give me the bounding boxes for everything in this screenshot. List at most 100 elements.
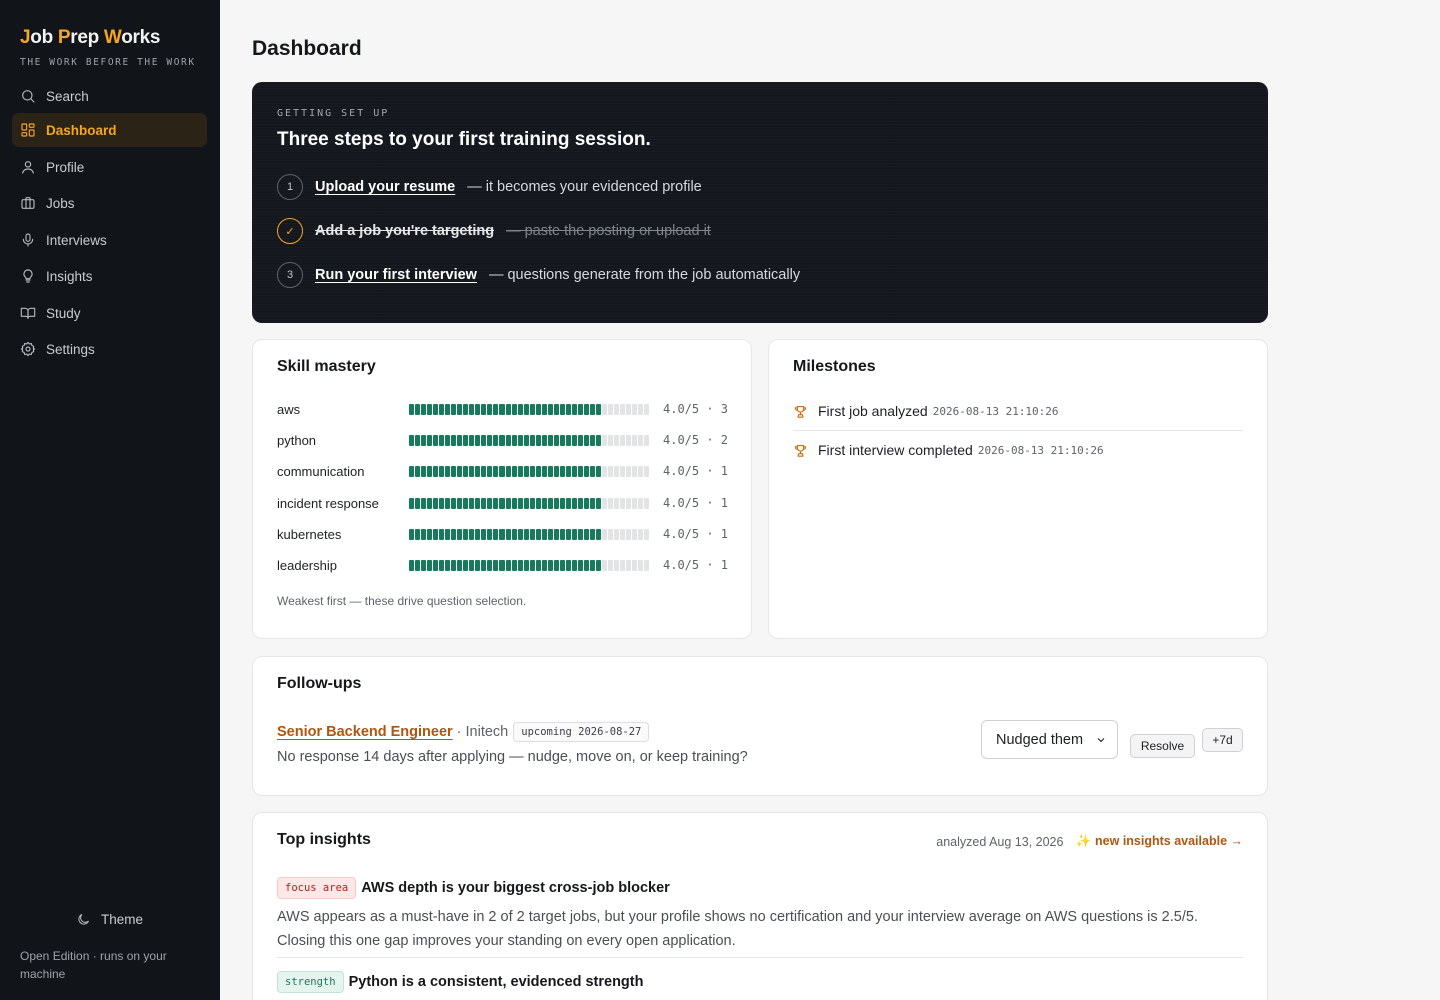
progress-segment xyxy=(487,497,493,509)
progress-segment xyxy=(523,434,529,446)
progress-segment xyxy=(541,497,547,509)
progress-segment xyxy=(626,403,632,415)
progress-segment xyxy=(493,497,499,509)
progress-segment xyxy=(433,434,439,446)
progress-segment xyxy=(632,465,638,477)
skill-row: leadership 4.0/5 · 1 xyxy=(277,557,737,573)
progress-segment xyxy=(451,465,457,477)
divider xyxy=(793,430,1243,431)
progress-segment xyxy=(595,434,601,446)
snooze-7d-button[interactable]: +7d xyxy=(1202,728,1243,752)
sidebar-item-insights[interactable]: Insights xyxy=(12,259,207,293)
sidebar-item-settings[interactable]: Settings xyxy=(12,332,207,366)
progress-segment xyxy=(535,559,541,571)
brand-tagline: THE WORK BEFORE THE WORK xyxy=(20,57,196,68)
progress-segment xyxy=(571,434,577,446)
skill-name: communication xyxy=(277,463,365,479)
progress-segment xyxy=(644,434,650,446)
skill-name: python xyxy=(277,432,317,448)
strength-tag: strength xyxy=(277,971,344,993)
skill-name: kubernetes xyxy=(277,526,342,542)
progress-segment xyxy=(620,528,626,540)
step-description: — it becomes your evidenced profile xyxy=(467,179,702,195)
progress-segment xyxy=(523,559,529,571)
skill-row: python 4.0/5 · 2 xyxy=(277,432,737,448)
progress-segment xyxy=(517,559,523,571)
progress-segment xyxy=(602,559,608,571)
progress-segment xyxy=(505,403,511,415)
skill-name: leadership xyxy=(277,557,337,573)
progress-segment xyxy=(620,434,626,446)
setup-title: Three steps to your first training sessi… xyxy=(277,129,651,150)
progress-segment xyxy=(469,434,475,446)
progress-segment xyxy=(638,465,644,477)
progress-segment xyxy=(595,528,601,540)
progress-segment xyxy=(415,497,421,509)
progress-segment xyxy=(421,528,427,540)
progress-segment xyxy=(638,559,644,571)
progress-segment xyxy=(517,528,523,540)
followups-title: Follow-ups xyxy=(277,675,362,692)
sidebar-item-profile[interactable]: Profile xyxy=(12,150,207,184)
progress-segment xyxy=(553,497,559,509)
sidebar-item-dashboard[interactable]: Dashboard xyxy=(12,113,207,147)
resolve-button[interactable]: Resolve xyxy=(1130,734,1195,758)
progress-segment xyxy=(541,559,547,571)
progress-segment xyxy=(626,465,632,477)
job-title-link[interactable]: Senior Backend Engineer xyxy=(277,724,453,740)
sidebar-item-jobs[interactable]: Jobs xyxy=(12,186,207,220)
dashboard-icon xyxy=(21,123,35,137)
progress-segment xyxy=(547,403,553,415)
progress-segment xyxy=(614,497,620,509)
progress-segment xyxy=(565,497,571,509)
progress-segment xyxy=(433,559,439,571)
sidebar-item-search[interactable]: Search xyxy=(12,79,207,113)
progress-segment xyxy=(565,465,571,477)
new-insights-link[interactable]: ✨ new insights available → xyxy=(1075,834,1243,849)
progress-segment xyxy=(481,559,487,571)
progress-segment xyxy=(463,497,469,509)
progress-segment xyxy=(644,559,650,571)
progress-segment xyxy=(445,497,451,509)
progress-segment xyxy=(493,559,499,571)
milestone-label: First interview completed xyxy=(818,442,973,458)
run-interview-link[interactable]: Run your first interview xyxy=(315,267,477,283)
progress-segment xyxy=(409,403,415,415)
skill-mastery-card: Skill mastery aws 4.0/5 · 3 python 4.0/5 · … xyxy=(252,339,752,639)
company-name: · Initech xyxy=(456,724,509,740)
progress-segment xyxy=(644,497,650,509)
progress-segment xyxy=(571,497,577,509)
progress-segment xyxy=(553,528,559,540)
progress-segment xyxy=(589,403,595,415)
progress-segment xyxy=(589,528,595,540)
progress-segment xyxy=(541,465,547,477)
followup-action-select[interactable]: Nudged them xyxy=(981,720,1118,759)
progress-segment xyxy=(511,497,517,509)
progress-segment xyxy=(620,559,626,571)
progress-segment xyxy=(535,403,541,415)
brand-logo[interactable]: Job Prep Works xyxy=(20,27,160,49)
progress-segment xyxy=(463,559,469,571)
progress-segment xyxy=(547,559,553,571)
add-job-link[interactable]: Add a job you're targeting xyxy=(315,223,494,239)
sidebar-item-study[interactable]: Study xyxy=(12,296,207,330)
progress-segment xyxy=(547,528,553,540)
progress-segment xyxy=(457,528,463,540)
sidebar-item-interviews[interactable]: Interviews xyxy=(12,223,207,257)
skill-progress-bar xyxy=(409,559,650,571)
theme-toggle-button[interactable]: Theme xyxy=(76,912,143,927)
progress-segment xyxy=(535,434,541,446)
progress-segment xyxy=(523,403,529,415)
progress-segment xyxy=(427,497,433,509)
skill-progress-bar xyxy=(409,497,650,509)
progress-segment xyxy=(559,403,565,415)
progress-segment xyxy=(559,497,565,509)
upload-resume-link[interactable]: Upload your resume xyxy=(315,179,455,195)
followup-job: Senior Backend Engineer · Initech upcomi… xyxy=(277,722,650,742)
progress-segment xyxy=(583,497,589,509)
progress-segment xyxy=(535,528,541,540)
progress-segment xyxy=(547,497,553,509)
progress-segment xyxy=(571,403,577,415)
progress-segment xyxy=(475,497,481,509)
progress-segment xyxy=(535,465,541,477)
